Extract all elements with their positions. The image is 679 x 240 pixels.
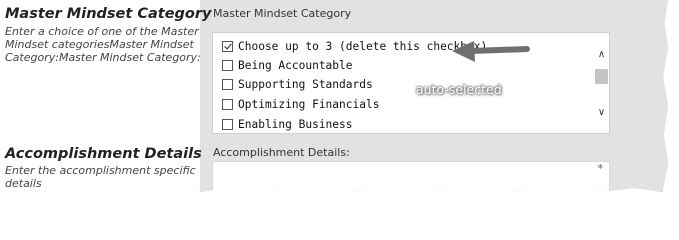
list-scrollbar[interactable]: ∧ ∨ (594, 47, 609, 131)
arrow-left-icon (452, 41, 530, 62)
accomplishment-section-title: Accomplishment Details (5, 146, 202, 162)
annotation-label: auto-selected (416, 82, 502, 97)
checkbox-option[interactable]: Optimizing Financials (222, 96, 379, 113)
accomplishment-field-label: Accomplishment Details: (213, 146, 350, 159)
checkbox-option-label: Supporting Standards (238, 78, 373, 91)
checkbox-option-label: Being Accountable (238, 59, 353, 72)
mindset-field-label: Master Mindset Category (213, 7, 352, 20)
checkbox-option[interactable]: Enabling Business (222, 116, 353, 133)
mindset-section-title: Master Mindset Category (5, 6, 212, 22)
checkbox[interactable] (222, 119, 233, 130)
checkbox[interactable] (222, 41, 233, 52)
checkbox-option[interactable]: Being Accountable (222, 57, 353, 74)
accomplishment-section-description: Enter the accomplishment specific detail… (5, 164, 196, 190)
form-screenshot: Master Mindset Category Enter a choice o… (0, 0, 668, 192)
accomplishment-details-input[interactable]: * (212, 161, 610, 192)
scroll-up-icon[interactable]: ∧ (594, 49, 609, 61)
checkbox-option-label: Optimizing Financials (238, 98, 380, 111)
checkbox-option[interactable]: Supporting Standards (222, 76, 373, 93)
checkbox[interactable] (222, 79, 233, 90)
scroll-thumb[interactable] (595, 69, 608, 84)
checkbox[interactable] (222, 99, 233, 110)
mindset-section-description: Enter a choice of one of the Master Mind… (5, 25, 201, 64)
scroll-down-icon[interactable]: ∨ (594, 107, 609, 119)
required-marker: * (597, 162, 604, 175)
checkbox[interactable] (222, 60, 233, 71)
checkbox-option-label: Enabling Business (238, 118, 353, 131)
mindset-checkbox-list[interactable]: Choose up to 3 (delete this checkbox) Be… (212, 32, 610, 134)
